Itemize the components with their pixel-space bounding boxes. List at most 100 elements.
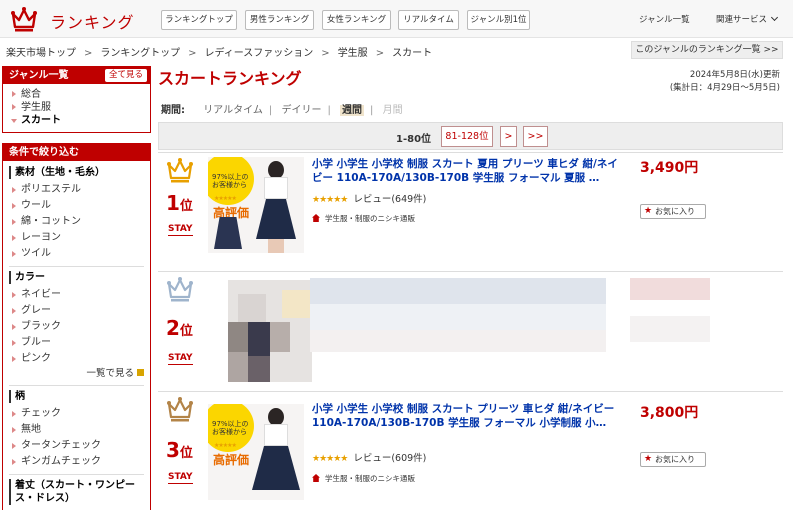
rank-number: 1位: [166, 191, 193, 215]
silver-crown-icon: [167, 277, 193, 302]
filter-pattern-gingham[interactable]: ギンガムチェック: [3, 454, 150, 470]
review-badge-text: 97%以上の お客様から: [212, 420, 249, 436]
arrow-right-icon: [12, 251, 16, 257]
breadcrumb-rakuten-top[interactable]: 楽天市場トップ: [6, 48, 76, 59]
filter-pattern-check[interactable]: チェック: [3, 406, 150, 422]
rank-change-badge: STAY: [168, 224, 193, 236]
filter-option-label: チェック: [21, 408, 61, 419]
filter-color-navy[interactable]: ネイビー: [3, 287, 150, 303]
show-all-button[interactable]: 全て見る: [104, 69, 147, 82]
pagination: 1-80位 81-128位 > >>: [158, 122, 783, 150]
rank-suffix: 位: [179, 199, 193, 214]
filter-color-blue[interactable]: ブルー: [3, 335, 150, 351]
period-selector: 期間: リアルタイム | デイリー | 週間 | 月間: [161, 105, 403, 116]
filter-pattern-plain[interactable]: 無地: [3, 422, 150, 438]
blurred-product-image[interactable]: [228, 280, 312, 382]
sidebar-filter-box: 条件で絞り込む 素材（生地・毛糸） ポリエステル ウール 綿・コットン レーヨン…: [2, 143, 151, 510]
sidebar-item-label: 学生服: [21, 102, 51, 113]
logo-text[interactable]: ランキング: [50, 9, 135, 33]
breadcrumb-ranking-top[interactable]: ランキングトップ: [100, 48, 180, 59]
arrow-right-icon: [12, 292, 16, 298]
filter-material-wool[interactable]: ウール: [3, 198, 150, 214]
product-price: 3,490円: [640, 160, 699, 176]
rating-stars-icon: ★★★★★: [312, 195, 348, 205]
breadcrumb-skirt[interactable]: スカート: [392, 48, 432, 59]
filter-pattern-label: 柄: [9, 390, 150, 403]
filter-option-label: ギンガムチェック: [21, 456, 101, 467]
shop-house-icon: [312, 214, 320, 222]
ranking-item: 3位 STAY 97%以上の お客様から ★★★★★ 高評価 小学 小学生 小学校…: [158, 391, 783, 509]
sidebar-genre-title: ジャンル一覧: [9, 70, 69, 81]
product-title-link[interactable]: 小学 小学生 小学校 制服 スカート 夏用 プリーツ 車ヒダ 紺/ネイビー 11…: [312, 157, 622, 185]
related-services-menu[interactable]: 関連サービス: [716, 13, 779, 25]
shop-link[interactable]: 学生服・制服のニシキ通販: [312, 213, 415, 224]
filter-material-twill[interactable]: ツイル: [3, 246, 150, 262]
filter-material-rayon[interactable]: レーヨン: [3, 230, 150, 246]
arrow-right-icon: [12, 104, 16, 110]
blurred-title: [310, 278, 606, 304]
filter-option-label: ツイル: [21, 248, 51, 259]
arrow-right-icon: [12, 443, 16, 449]
filter-color-gray[interactable]: グレー: [3, 303, 150, 319]
filter-material-polyester[interactable]: ポリエステル: [3, 182, 150, 198]
product-image[interactable]: 97%以上の お客様から ★★★★★ 高評価: [208, 404, 304, 500]
filter-option-label: 綿・コットン: [21, 216, 81, 227]
review-count-link[interactable]: レビュー(649件): [353, 194, 426, 205]
genre-ranking-list-button[interactable]: このジャンルのランキング一覧 >>: [631, 41, 783, 59]
period-weekly[interactable]: 週間: [340, 105, 365, 116]
period-monthly: 月間: [382, 105, 403, 116]
more-label: 一覧で見る: [86, 368, 134, 379]
shop-name: 学生服・制服のニシキ通販: [325, 214, 415, 223]
tab-female-ranking[interactable]: 女性ランキング: [322, 10, 391, 30]
badge-stars-icon: ★★★★★: [214, 195, 237, 202]
product-price: 3,800円: [640, 405, 699, 421]
rating-stars-icon: ★★★★★: [312, 454, 348, 464]
filter-color-black[interactable]: ブラック: [3, 319, 150, 335]
shop-link[interactable]: 学生服・制服のニシキ通販: [312, 473, 415, 484]
arrow-right-icon: [12, 427, 16, 433]
badge-line1: 97%以上の: [212, 420, 249, 428]
product-title-link[interactable]: 小学 小学生 小学校 制服 スカート プリーツ 車ヒダ 紺/ネイビー 110A-…: [312, 402, 622, 430]
period-realtime[interactable]: リアルタイム: [203, 105, 263, 116]
shop-name: 学生服・制服のニシキ通販: [325, 474, 415, 483]
filter-option-label: ネイビー: [21, 289, 61, 300]
tab-realtime[interactable]: リアルタイム: [398, 10, 459, 30]
filter-option-label: ブラック: [21, 321, 61, 332]
sidebar-item-overall[interactable]: 総合: [3, 88, 150, 101]
period-daily[interactable]: デイリー: [281, 105, 321, 116]
sidebar-item-skirt[interactable]: スカート: [3, 114, 150, 127]
sidebar-filter-header: 条件で絞り込む: [3, 144, 150, 161]
favorite-button[interactable]: ★ お気に入り: [640, 204, 706, 219]
filter-material-cotton[interactable]: 綿・コットン: [3, 214, 150, 230]
filter-material-label: 素材（生地・毛糸）: [9, 166, 150, 179]
color-more-link[interactable]: 一覧で見る: [3, 367, 150, 381]
pager-last-button[interactable]: >>: [523, 126, 548, 147]
tab-male-ranking[interactable]: 男性ランキング: [245, 10, 314, 30]
skirt-sample-shape: [214, 217, 242, 249]
model-skirt-shape: [256, 199, 296, 239]
genre-list-link[interactable]: ジャンル一覧: [639, 13, 690, 25]
review-count-link[interactable]: レビュー(609件): [353, 453, 426, 464]
ranking-item: 2位 STAY: [158, 271, 783, 389]
pager-next-button[interactable]: >: [500, 126, 517, 147]
arrow-right-icon: [12, 356, 16, 362]
rank-suffix: 位: [179, 446, 193, 461]
tab-ranking-top[interactable]: ランキングトップ: [161, 10, 237, 30]
favorite-button[interactable]: ★ お気に入り: [640, 452, 706, 467]
filter-color-pink[interactable]: ピンク: [3, 351, 150, 367]
breadcrumb-ladies-fashion[interactable]: レディースファッション: [204, 48, 313, 59]
breadcrumb-school-uniform[interactable]: 学生服: [338, 48, 368, 59]
sidebar-item-school-uniform[interactable]: 学生服: [3, 101, 150, 114]
arrow-square-icon: [137, 369, 144, 376]
rank-value: 2: [166, 316, 180, 340]
filter-option-label: ブルー: [21, 337, 51, 348]
crown-logo-icon[interactable]: [10, 6, 38, 32]
divider: [9, 385, 144, 386]
tab-genre-first[interactable]: ジャンル別1位: [467, 10, 530, 30]
ranking-item: 1位 STAY 97%以上の お客様から ★★★★★ 高評価 小学 小学生 小学校…: [158, 152, 783, 270]
pager-next-range-button[interactable]: 81-128位: [441, 126, 493, 147]
arrow-right-icon: [12, 324, 16, 330]
filter-pattern-tartan[interactable]: タータンチェック: [3, 438, 150, 454]
product-image[interactable]: 97%以上の お客様から ★★★★★ 高評価: [208, 157, 304, 253]
arrow-right-icon: [12, 411, 16, 417]
